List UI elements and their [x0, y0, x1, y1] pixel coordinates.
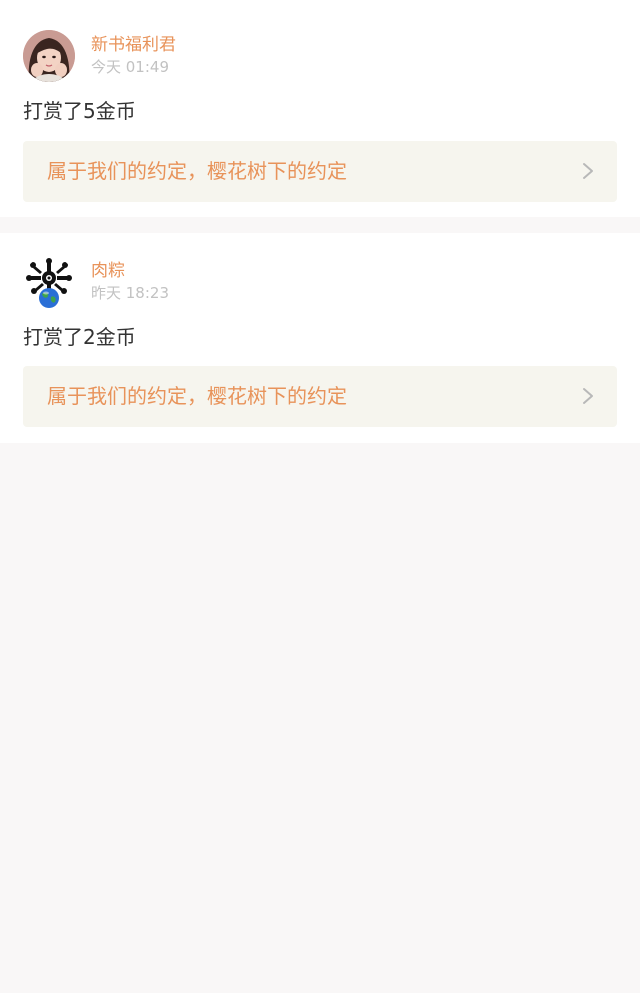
book-title: 属于我们的约定，樱花树下的约定 [47, 384, 347, 408]
timestamp: 今天 01:49 [91, 58, 169, 76]
book-link[interactable]: 属于我们的约定，樱花树下的约定 [23, 141, 617, 202]
chevron-right-icon [583, 388, 593, 404]
user-avatar[interactable] [23, 256, 75, 308]
username[interactable]: 新书福利君 [91, 34, 176, 56]
reward-description: 打赏了5金币 [23, 99, 136, 123]
book-link[interactable]: 属于我们的约定，樱花树下的约定 [23, 366, 617, 427]
reward-description: 打赏了2金币 [23, 325, 136, 349]
username[interactable]: 肉粽 [91, 260, 125, 282]
reward-item: 肉粽 昨天 18:23 打赏了2金币 属于我们的约定，樱花树下的约定 [0, 233, 640, 443]
timestamp: 昨天 18:23 [91, 284, 169, 302]
reward-item: 新书福利君 今天 01:49 打赏了5金币 属于我们的约定，樱花树下的约定 [0, 0, 640, 217]
chevron-right-icon [583, 163, 593, 179]
user-avatar[interactable] [23, 30, 75, 82]
earth-avatar-icon [23, 256, 75, 308]
book-title: 属于我们的约定，樱花树下的约定 [47, 159, 347, 183]
girl-portrait-avatar-icon [23, 30, 75, 82]
